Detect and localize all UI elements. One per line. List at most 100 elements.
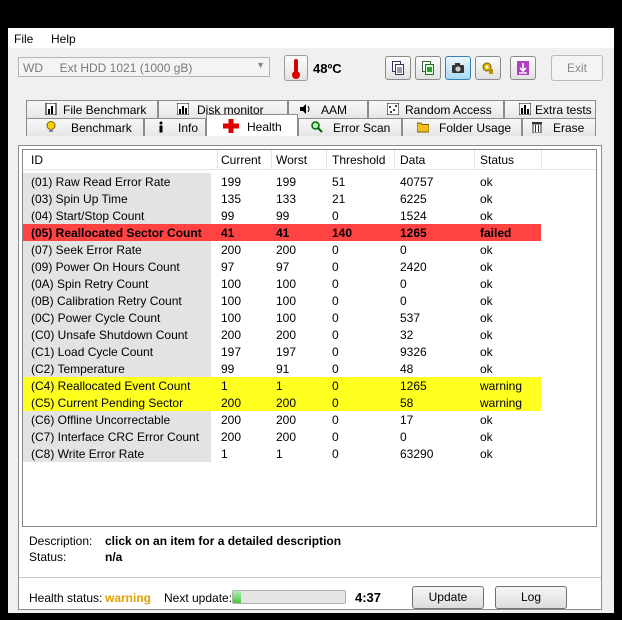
- column-current[interactable]: Current: [221, 153, 261, 167]
- cell-worst: 97: [276, 260, 290, 274]
- table-row[interactable]: (0A) Spin Retry Count 100 100 0 0 ok: [23, 275, 541, 292]
- tab-label: Error Scan: [333, 121, 391, 135]
- column-id[interactable]: ID: [31, 153, 43, 167]
- column-data[interactable]: Data: [400, 153, 425, 167]
- log-button[interactable]: Log: [495, 586, 567, 609]
- column-threshold[interactable]: Threshold: [332, 153, 385, 167]
- table-row[interactable]: (C5) Current Pending Sector 200 200 0 58 warn…: [23, 394, 541, 411]
- camera-icon: [452, 63, 464, 73]
- tab-file-benchmark[interactable]: File Benchmark: [26, 100, 158, 118]
- table-row[interactable]: (C7) Interface CRC Error Count 200 200 0 0 ok: [23, 428, 541, 445]
- cell-current: 1: [221, 379, 228, 393]
- save-button[interactable]: [510, 56, 536, 80]
- tab-health[interactable]: Health: [206, 114, 298, 136]
- cell-current: 200: [221, 243, 242, 257]
- cell-threshold: 0: [332, 294, 339, 308]
- column-worst[interactable]: Worst: [276, 153, 307, 167]
- copy-info-button[interactable]: [415, 56, 441, 80]
- description-label: Description:: [29, 534, 93, 548]
- cell-current: 199: [221, 175, 242, 189]
- cell-data: 0: [400, 294, 407, 308]
- tab-benchmark[interactable]: Benchmark: [26, 118, 144, 136]
- table-row[interactable]: (C4) Reallocated Event Count 1 1 0 1265 warni…: [23, 377, 541, 394]
- cell-worst: 41: [276, 226, 290, 240]
- cell-status: failed: [480, 226, 512, 240]
- cell-id: (C4) Reallocated Event Count: [31, 379, 191, 393]
- table-row[interactable]: (0C) Power Cycle Count 100 100 0 537 ok: [23, 309, 541, 326]
- cell-worst: 200: [276, 430, 297, 444]
- table-row[interactable]: (C8) Write Error Rate 1 1 0 63290 ok: [23, 445, 541, 462]
- cell-data: 58: [400, 396, 414, 410]
- cell-worst: 1: [276, 447, 283, 461]
- folder-icon: [417, 122, 429, 133]
- next-update-label: Next update:: [164, 591, 233, 605]
- health-status-label: Health status:: [29, 591, 103, 605]
- cell-threshold: 0: [332, 311, 339, 325]
- trash-icon: [532, 122, 542, 133]
- cell-data: 537: [400, 311, 421, 325]
- cell-status: ok: [480, 430, 493, 444]
- options-icon: [482, 62, 493, 74]
- cell-data: 1265: [400, 379, 427, 393]
- tab-aam[interactable]: AAM: [288, 100, 368, 118]
- status-value: n/a: [105, 550, 123, 564]
- status-label: Status:: [29, 550, 67, 564]
- tab-folder-usage[interactable]: Folder Usage: [402, 118, 522, 136]
- column-status[interactable]: Status: [480, 153, 514, 167]
- table-row[interactable]: (0B) Calibration Retry Count 100 100 0 0 ok: [23, 292, 541, 309]
- cell-data: 9326: [400, 345, 427, 359]
- cell-threshold: 0: [332, 430, 339, 444]
- table-row[interactable]: (03) Spin Up Time 135 133 21 6225 ok: [23, 190, 541, 207]
- tab-erase[interactable]: Erase: [522, 118, 596, 136]
- tab-random-access[interactable]: Random Access: [368, 100, 504, 118]
- tab-error-scan[interactable]: Error Scan: [298, 118, 402, 136]
- table-row[interactable]: (C6) Offline Uncorrectable 200 200 0 17 ok: [23, 411, 541, 428]
- exit-button[interactable]: Exit: [551, 55, 603, 81]
- cell-threshold: 51: [332, 175, 346, 189]
- options-button[interactable]: [475, 56, 501, 80]
- temperature-readout: 48ºC: [313, 61, 342, 76]
- menu-help[interactable]: Help: [51, 32, 76, 46]
- smart-table[interactable]: ID Current Worst Threshold Data Status (…: [22, 149, 597, 527]
- countdown-timer: 4:37: [355, 590, 382, 605]
- copy-text-button[interactable]: [385, 56, 411, 80]
- cell-data: 32: [400, 328, 414, 342]
- drive-select[interactable]: WD Ext HDD 1021 (1000 gB) ▼: [18, 57, 270, 77]
- screenshot-button[interactable]: [445, 56, 471, 80]
- table-row[interactable]: (C2) Temperature 99 91 0 48 ok: [23, 360, 541, 377]
- cell-worst: 99: [276, 209, 290, 223]
- update-progress-bar: [232, 590, 346, 604]
- cell-id: (05) Reallocated Sector Count: [31, 226, 202, 240]
- tab-label: Health: [247, 120, 282, 134]
- tab-info[interactable]: Info: [144, 118, 206, 136]
- cell-current: 100: [221, 294, 242, 308]
- download-arrow-icon: [517, 61, 529, 75]
- table-row[interactable]: (05) Reallocated Sector Count 41 41 140 1265…: [23, 224, 541, 241]
- update-progress-fill: [233, 591, 241, 603]
- tab-label: Folder Usage: [439, 121, 512, 135]
- cell-status: warning: [480, 379, 523, 393]
- cell-current: 200: [221, 430, 242, 444]
- table-row[interactable]: (C1) Load Cycle Count 197 197 0 9326 ok: [23, 343, 541, 360]
- cell-status: ok: [480, 243, 493, 257]
- table-row[interactable]: (07) Seek Error Rate 200 200 0 0 ok: [23, 241, 541, 258]
- random-access-icon: [387, 103, 399, 115]
- cell-id: (0B) Calibration Retry Count: [31, 294, 182, 308]
- cell-worst: 1: [276, 379, 283, 393]
- table-row[interactable]: (04) Start/Stop Count 99 99 0 1524 ok: [23, 207, 541, 224]
- extra-tests-icon: [519, 103, 531, 115]
- tab-extra-tests[interactable]: Extra tests: [504, 100, 596, 118]
- table-row[interactable]: (09) Power On Hours Count 97 97 0 2420 ok: [23, 258, 541, 275]
- cell-data: 0: [400, 277, 407, 291]
- cell-data: 0: [400, 243, 407, 257]
- menu-file[interactable]: File: [14, 32, 33, 46]
- cell-id: (C8) Write Error Rate: [31, 447, 145, 461]
- cell-status: ok: [480, 277, 493, 291]
- chevron-down-icon: ▼: [256, 60, 265, 70]
- cell-id: (04) Start/Stop Count: [31, 209, 145, 223]
- table-row[interactable]: (01) Raw Read Error Rate 199 199 51 40757 ok: [23, 173, 541, 190]
- update-button[interactable]: Update: [412, 586, 484, 609]
- table-row[interactable]: (C0) Unsafe Shutdown Count 200 200 0 32 ok: [23, 326, 541, 343]
- cell-status: ok: [480, 294, 493, 308]
- cell-data: 1524: [400, 209, 427, 223]
